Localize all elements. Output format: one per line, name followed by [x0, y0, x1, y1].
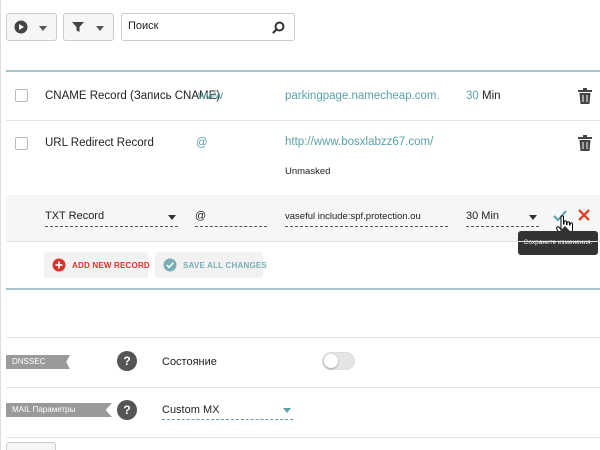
record-host: www — [198, 90, 223, 102]
section-divider — [6, 437, 600, 438]
section-divider — [6, 337, 600, 338]
trash-icon[interactable] — [578, 135, 592, 151]
table-row: URL Redirect Record @ http://www.bosxlab… — [6, 121, 600, 193]
actions-dropdown-button[interactable] — [6, 13, 57, 41]
chevron-down-icon — [39, 26, 47, 31]
add-new-record-label: ADD NEW RECORD — [72, 261, 150, 270]
search-input[interactable] — [128, 20, 268, 32]
record-host: @ — [196, 137, 208, 149]
record-type-value: TXT Record — [45, 210, 105, 222]
record-type: URL Redirect Record — [45, 137, 154, 149]
ttl-number: 30 — [466, 90, 479, 102]
toggle-knob — [324, 354, 338, 368]
chevron-down-icon — [96, 26, 104, 31]
host-value: @ — [195, 210, 207, 222]
row-divider — [6, 241, 600, 242]
section-divider — [6, 387, 600, 388]
record-type: CNAME Record (Запись CNAME) — [45, 90, 221, 102]
save-tooltip: Сохраните изменения. — [518, 226, 598, 255]
record-type-select[interactable]: TXT Record — [45, 209, 178, 227]
dnssec-tag: DNSSEC — [6, 355, 70, 369]
table-row: CNAME Record (Запись CNAME) www parkingp… — [6, 72, 600, 120]
search-box[interactable] — [121, 13, 295, 41]
trash-icon[interactable] — [578, 88, 592, 104]
partial-button[interactable] — [6, 442, 56, 450]
search-icon[interactable] — [272, 21, 285, 34]
row-checkbox[interactable] — [15, 89, 28, 102]
mail-settings-select[interactable]: Custom MX — [162, 404, 293, 420]
ttl-select[interactable]: 30 Min — [466, 209, 539, 227]
chevron-down-icon — [168, 215, 176, 220]
save-all-changes-label: SAVE ALL CHANGES — [183, 261, 267, 270]
chevron-down-icon — [529, 215, 537, 220]
edit-row: TXT Record @ vaseful include:spf.protect… — [6, 195, 600, 241]
check-circle-icon — [163, 258, 177, 272]
add-new-record-button[interactable]: ADD NEW RECORD — [44, 252, 150, 278]
value-input[interactable]: vaseful include:spf.protection.ou — [285, 209, 448, 227]
record-value: http://www.bosxlabzz67.com/ — [285, 136, 434, 148]
record-value: parkingpage.namecheap.com. — [285, 90, 440, 102]
redirect-type: Unmasked — [285, 166, 331, 177]
play-circle-icon — [14, 20, 28, 34]
chevron-down-icon — [283, 408, 291, 413]
dnssec-toggle[interactable] — [322, 352, 355, 370]
record-ttl: 30 Min — [466, 90, 501, 102]
plus-circle-icon — [52, 258, 66, 272]
dnssec-status-label: Состояние — [162, 356, 217, 368]
table-bottom-divider — [6, 288, 600, 290]
mail-settings-value: Custom MX — [162, 404, 220, 416]
save-all-changes-button[interactable]: SAVE ALL CHANGES — [155, 252, 267, 278]
ttl-unit: Min — [482, 90, 501, 102]
close-icon[interactable] — [578, 209, 590, 221]
filter-dropdown-button[interactable] — [63, 13, 114, 41]
dnssec-help-icon[interactable]: ? — [117, 351, 137, 371]
mail-settings-tag: MAIL Параметры — [6, 403, 112, 417]
frame-edge — [0, 0, 1, 450]
host-input[interactable]: @ — [195, 209, 267, 227]
ttl-value: 30 Min — [466, 210, 500, 222]
value-text: vaseful include:spf.protection.ou — [285, 211, 421, 222]
mail-help-icon[interactable]: ? — [117, 400, 137, 420]
row-checkbox[interactable] — [15, 137, 28, 150]
filter-icon — [72, 22, 84, 32]
